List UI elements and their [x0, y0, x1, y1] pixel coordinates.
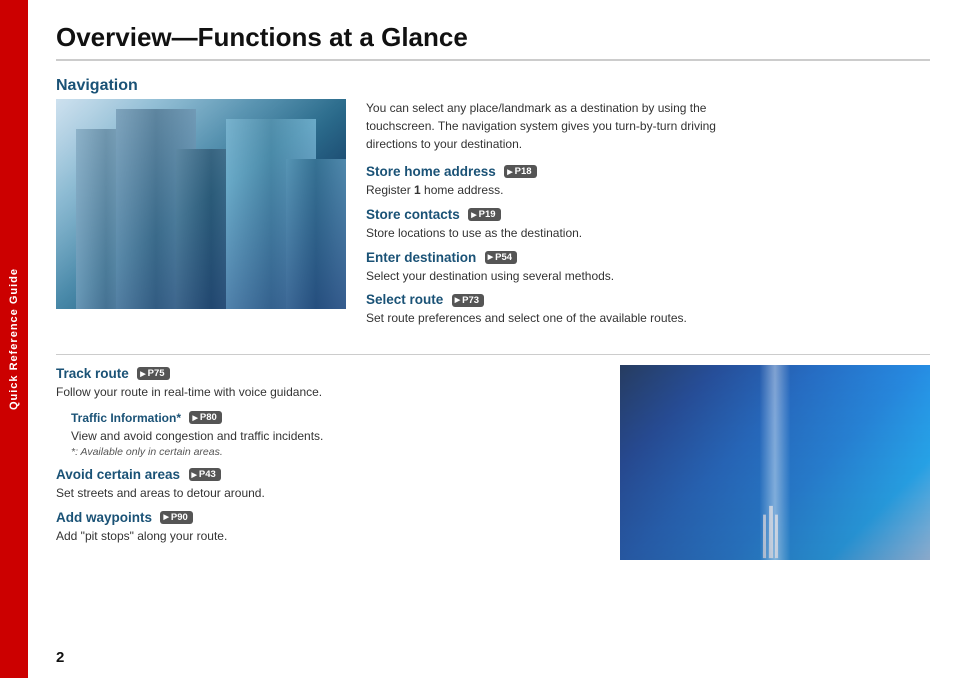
feature-ref-store-contacts: P19 — [468, 208, 500, 221]
sidebar-tab: Quick Reference Guide — [0, 0, 28, 678]
feature-track-route: Track route P75 Follow your route in rea… — [56, 365, 590, 401]
feature-desc-track-route: Follow your route in real-time with voic… — [56, 384, 590, 401]
feature-traffic-info: Traffic Information* P80 View and avoid … — [71, 409, 590, 458]
feature-title-avoid: Avoid certain areas — [56, 467, 180, 482]
feature-store-contacts: Store contacts P19 Store locations to us… — [366, 206, 930, 242]
feature-ref-store-home: P18 — [504, 165, 536, 178]
feature-store-home: Store home address P18 Register 1 home a… — [366, 163, 930, 199]
feature-ref-enter-dest: P54 — [485, 251, 517, 264]
building-image — [56, 99, 346, 309]
feature-desc-enter-dest: Select your destination using several me… — [366, 268, 930, 285]
page-title: Overview—Functions at a Glance — [56, 22, 930, 61]
feature-title-track-route: Track route — [56, 366, 129, 381]
navigation-section-title: Navigation — [56, 77, 930, 95]
feature-title-traffic: Traffic Information* — [71, 411, 181, 425]
navigation-section: Navigation You can select any place/land… — [56, 77, 930, 334]
feature-title-enter-dest: Enter destination — [366, 250, 476, 265]
feature-ref-track-route: P75 — [137, 367, 169, 380]
feature-ref-traffic: P80 — [189, 411, 221, 424]
feature-desc-avoid: Set streets and areas to detour around. — [56, 485, 590, 502]
top-section: You can select any place/landmark as a d… — [56, 99, 930, 334]
feature-title-waypoints: Add waypoints — [56, 510, 152, 525]
sidebar-label: Quick Reference Guide — [8, 268, 20, 410]
feature-ref-waypoints: P90 — [160, 511, 192, 524]
feature-ref-avoid: P43 — [189, 468, 221, 481]
feature-avoid-areas: Avoid certain areas P43 Set streets and … — [56, 466, 590, 502]
feature-add-waypoints: Add waypoints P90 Add "pit stops" along … — [56, 509, 590, 545]
navigation-intro: You can select any place/landmark as a d… — [366, 99, 746, 153]
feature-select-route: Select route P73 Set route preferences a… — [366, 291, 930, 327]
bottom-section: Track route P75 Follow your route in rea… — [56, 365, 930, 560]
feature-note-traffic: *: Available only in certain areas. — [71, 446, 590, 458]
feature-title-select-route: Select route — [366, 292, 443, 307]
highway-image — [620, 365, 930, 560]
feature-title-store-home: Store home address — [366, 164, 496, 179]
section-divider — [56, 354, 930, 355]
navigation-features: You can select any place/landmark as a d… — [366, 99, 930, 334]
lower-features: Track route P75 Follow your route in rea… — [56, 365, 600, 560]
feature-desc-select-route: Set route preferences and select one of … — [366, 310, 930, 327]
feature-ref-select-route: P73 — [452, 294, 484, 307]
main-content: Overview—Functions at a Glance Navigatio… — [28, 0, 960, 678]
feature-desc-traffic: View and avoid congestion and traffic in… — [71, 428, 590, 445]
feature-desc-store-contacts: Store locations to use as the destinatio… — [366, 225, 930, 242]
feature-desc-waypoints: Add "pit stops" along your route. — [56, 528, 590, 545]
feature-enter-destination: Enter destination P54 Select your destin… — [366, 249, 930, 285]
feature-title-store-contacts: Store contacts — [366, 207, 460, 222]
feature-desc-store-home: Register 1 home address. — [366, 182, 930, 199]
page-number: 2 — [56, 649, 64, 666]
